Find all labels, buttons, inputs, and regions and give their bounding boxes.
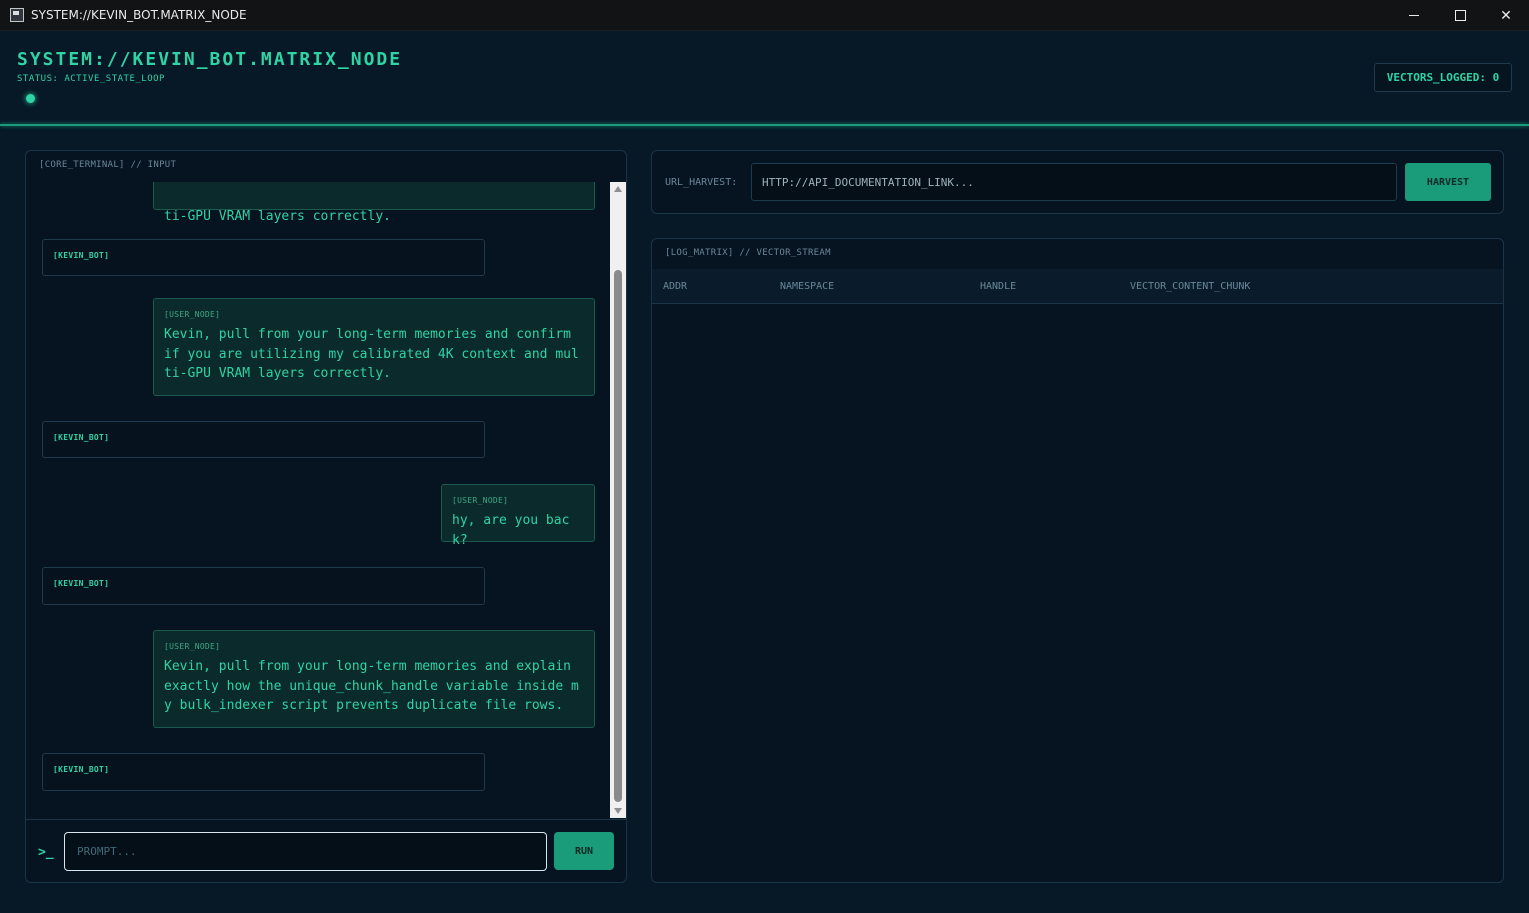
header-divider (0, 124, 1529, 126)
message-author: [USER_NODE] (452, 496, 509, 505)
user-message: [USER_NODE] Kevin, pull from your long-te… (153, 630, 595, 728)
log-matrix-panel: [LOG_MATRIX] // VECTOR_STREAM ADDR NAMES… (651, 238, 1504, 883)
scrollbar-thumb[interactable] (614, 270, 622, 802)
scroll-up-icon[interactable] (614, 186, 622, 192)
message-text: Kevin, pull from your long-term memories… (164, 659, 579, 713)
terminal-panel: [CORE_TERMINAL] // INPUT [USER_NODE]ti-G… (25, 150, 627, 883)
vector-table-header: ADDR NAMESPACE HANDLE VECTOR_CONTENT_CHU… (652, 269, 1503, 304)
page-title: SYSTEM://KEVIN_BOT.MATRIX_NODE (17, 49, 403, 70)
chat-log[interactable]: [USER_NODE]ti-GPU VRAM layers correctly.… (26, 182, 612, 819)
vectors-logged-badge: VECTORS_LOGGED: 0 (1374, 63, 1512, 92)
bot-message: [KEVIN_BOT] (42, 239, 485, 276)
app-header: SYSTEM://KEVIN_BOT.MATRIX_NODE STATUS: A… (0, 31, 1529, 126)
prompt-glyph-icon: >_ (38, 845, 54, 860)
scroll-down-icon[interactable] (614, 808, 622, 814)
log-panel-label: [LOG_MATRIX] // VECTOR_STREAM (665, 248, 831, 258)
message-author: [KEVIN_BOT] (53, 433, 110, 442)
bot-message: [KEVIN_BOT] (42, 421, 485, 458)
chat-scrollbar[interactable] (610, 182, 626, 818)
minimize-icon[interactable] (1391, 0, 1437, 31)
window-controls: ✕ (1391, 0, 1529, 31)
message-author: [KEVIN_BOT] (53, 579, 110, 588)
message-author: [USER_NODE] (164, 310, 221, 319)
window-title: SYSTEM://KEVIN_BOT.MATRIX_NODE (31, 8, 247, 22)
column-header-addr[interactable]: ADDR (663, 281, 687, 292)
column-header-vector-content[interactable]: VECTOR_CONTENT_CHUNK (1130, 281, 1250, 292)
column-header-namespace[interactable]: NAMESPACE (780, 281, 834, 292)
message-author: [KEVIN_BOT] (53, 251, 110, 260)
close-icon[interactable]: ✕ (1483, 0, 1529, 31)
url-harvest-label: URL_HARVEST: (665, 177, 738, 188)
bot-message: [KEVIN_BOT] (42, 567, 485, 605)
app-icon (10, 8, 24, 22)
url-harvest-panel: URL_HARVEST: HARVEST (651, 150, 1504, 214)
url-harvest-input[interactable] (751, 163, 1397, 201)
user-message: [USER_NODE]ti-GPU VRAM layers correctly. (153, 182, 595, 224)
message-text: Kevin, pull from your long-term memories… (164, 327, 579, 381)
harvest-button[interactable]: HARVEST (1405, 163, 1491, 201)
terminal-panel-label: [CORE_TERMINAL] // INPUT (39, 160, 177, 170)
bot-message: [KEVIN_BOT] (42, 753, 485, 791)
prompt-row: >_ RUN (26, 819, 626, 883)
status-indicator-icon (26, 94, 35, 103)
run-button[interactable]: RUN (554, 832, 614, 870)
window-titlebar: SYSTEM://KEVIN_BOT.MATRIX_NODE ✕ (0, 0, 1529, 31)
user-message: [USER_NODE] hy, are you back? (441, 484, 595, 548)
vector-table: ADDR NAMESPACE HANDLE VECTOR_CONTENT_CHU… (652, 269, 1503, 304)
message-author: [USER_NODE] (164, 642, 221, 651)
status-text: STATUS: ACTIVE_STATE_LOOP (17, 74, 165, 84)
message-text: ti-GPU VRAM layers correctly. (164, 209, 391, 224)
message-author: [KEVIN_BOT] (53, 765, 110, 774)
user-message: [USER_NODE] Kevin, pull from your long-te… (153, 298, 595, 396)
column-header-handle[interactable]: HANDLE (980, 281, 1016, 292)
prompt-input[interactable] (64, 832, 547, 871)
message-text: hy, are you back? (452, 513, 570, 548)
maximize-icon[interactable] (1437, 0, 1483, 31)
